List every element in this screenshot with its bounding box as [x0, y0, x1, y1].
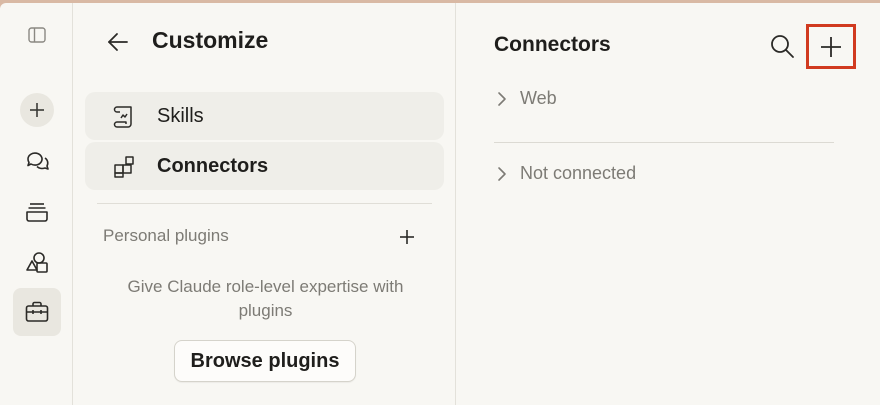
plugins-empty-text: Give Claude role-level expertise with pl…	[127, 277, 404, 320]
customize-button[interactable]	[0, 288, 73, 336]
shapes-icon	[25, 252, 48, 273]
add-plugin-button[interactable]	[395, 225, 419, 249]
scroll-icon	[113, 106, 132, 128]
connectors-panel: Connectors Web Not connected	[457, 3, 880, 405]
projects-button[interactable]	[0, 192, 73, 232]
chats-button[interactable]	[0, 141, 73, 181]
plus-icon	[821, 36, 841, 57]
connector-group-label: Web	[520, 88, 557, 108]
sidebar-toggle-button[interactable]	[0, 15, 73, 55]
connectors-title: Connectors	[494, 33, 611, 56]
plus-icon	[400, 230, 414, 244]
divider	[97, 203, 432, 204]
chevron-right-icon	[498, 166, 506, 181]
shapes-button[interactable]	[0, 243, 73, 283]
icon-rail	[0, 3, 73, 405]
page-title: Customize	[152, 27, 269, 53]
divider	[494, 142, 834, 143]
back-button[interactable]	[105, 29, 131, 55]
sidebar-toggle-icon	[27, 27, 46, 43]
projects-icon	[25, 203, 48, 222]
nav-item-label: Connectors	[157, 154, 269, 177]
briefcase-icon	[25, 301, 48, 322]
connector-group-label: Not connected	[520, 163, 637, 183]
personal-plugins-label: Personal plugins	[103, 226, 229, 245]
nav-item-skills[interactable]: Skills	[85, 92, 444, 140]
arrow-left-icon	[108, 33, 128, 51]
connector-group-web[interactable]: Web	[494, 88, 557, 109]
chevron-right-icon	[498, 91, 506, 106]
nav-item-label: Skills	[157, 104, 204, 127]
blocks-icon	[114, 156, 134, 178]
search-icon	[771, 35, 794, 58]
add-connector-button[interactable]	[806, 24, 856, 69]
search-button[interactable]	[767, 31, 797, 61]
connector-group-not-connected[interactable]: Not connected	[494, 163, 636, 184]
plus-icon	[29, 103, 44, 117]
browse-plugins-button[interactable]: Browse plugins	[174, 340, 356, 382]
app-window: Customize Skills Connectors Personal plu…	[0, 3, 880, 405]
new-chat-button[interactable]	[0, 90, 73, 130]
nav-item-connectors[interactable]: Connectors	[85, 142, 444, 190]
customize-panel: Customize Skills Connectors Personal plu…	[73, 3, 456, 405]
chats-icon	[26, 152, 49, 170]
